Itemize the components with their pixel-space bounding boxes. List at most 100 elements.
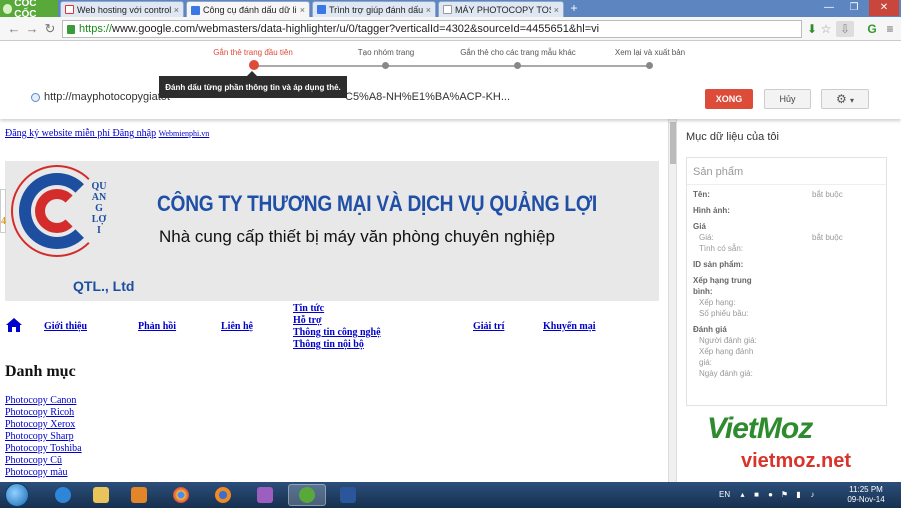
tab-close-icon[interactable]: × <box>426 5 431 15</box>
nav-giai-tri[interactable]: Giải trí <box>473 321 504 332</box>
google-icon <box>317 5 326 14</box>
vietmoz-watermark: VietMoz vietmoz.net <box>705 410 895 478</box>
nav-gioi-thieu[interactable]: Giới thiệu <box>44 321 87 332</box>
website-preview: Đăng ký website miễn phí Đăng nhập Webmi… <box>0 119 668 482</box>
register-link[interactable]: Đăng ký website miễn phí Đăng nhập Webmi… <box>5 128 209 139</box>
tab-close-icon[interactable]: × <box>300 5 305 15</box>
word-icon <box>340 487 356 503</box>
home-icon[interactable] <box>5 317 23 333</box>
nav-phan-hoi[interactable]: Phản hồi <box>138 321 176 332</box>
register-login-link[interactable]: Đăng ký website miễn phí Đăng nhập <box>5 128 156 139</box>
back-button[interactable]: ← <box>6 21 22 37</box>
field-required-badge: bắt buộc <box>812 233 843 242</box>
tab-strip: CỐC CỐC Web hosting với control pa × Côn… <box>0 0 901 20</box>
category-item[interactable]: Photocopy Canon <box>5 395 82 407</box>
tab-may-photocopy[interactable]: MÁY PHOTOCOPY TOSHIB × <box>438 1 564 17</box>
taskbar-chrome[interactable] <box>162 484 200 506</box>
tab-close-icon[interactable]: × <box>554 5 559 15</box>
reload-button[interactable]: ↻ <box>42 21 58 37</box>
downloads-icon[interactable]: ⇩ <box>836 21 854 37</box>
field-label: Ngày đánh giá: <box>699 369 753 378</box>
speaker-icon[interactable]: ♪ <box>808 490 817 499</box>
gear-icon: ⚙ <box>835 92 847 106</box>
preview-scrollbar[interactable] <box>668 119 676 482</box>
category-title: Danh mục <box>5 363 76 380</box>
field-label: bình: <box>693 287 713 296</box>
left-edge-widget[interactable]: 4 <box>0 189 6 233</box>
category-item[interactable]: Photocopy Sharp <box>5 431 82 443</box>
tab-title: Công cụ đánh dấu dữ liệu <box>203 5 297 15</box>
browser-toolbar: ← → ↻ https://www.google.com/webmasters/… <box>0 17 901 41</box>
category-item[interactable]: Photocopy Cũ <box>5 455 82 467</box>
forward-button[interactable]: → <box>24 21 40 37</box>
field-label: Xếp hạng: <box>699 298 736 307</box>
field-label: Hình ảnh: <box>693 206 730 215</box>
settings-button[interactable]: ⚙ ▾ <box>821 89 869 109</box>
logo-subtitle: QTL., Ltd <box>73 278 135 294</box>
minimize-button[interactable]: — <box>817 0 841 16</box>
clock-time: 11:25 PM <box>849 485 883 494</box>
taskbar-firefox[interactable] <box>204 484 242 506</box>
tab-title: Trình trợ giúp đánh dấu dữ <box>329 4 423 15</box>
coccoc-logo[interactable]: CỐC CỐC <box>0 0 58 20</box>
field-label: Xếp hạng trung <box>693 276 752 285</box>
clock[interactable]: 11:25 PM 09-Nov-14 <box>838 485 894 505</box>
taskbar-app[interactable] <box>246 484 284 506</box>
start-button[interactable] <box>5 483 29 507</box>
field-label: Tình có sẵn: <box>699 244 744 253</box>
tray-icon[interactable]: ● <box>766 490 775 499</box>
tab-title: Web hosting với control pa <box>77 4 171 15</box>
network-icon[interactable]: ▮ <box>794 490 803 499</box>
tab-data-highlighter[interactable]: Công cụ đánh dấu dữ liệu × <box>186 1 310 18</box>
tray-up-icon[interactable]: ▴ <box>738 490 747 499</box>
nav-thong-tin-noi-bo[interactable]: Thông tin nội bộ <box>293 339 381 351</box>
category-item[interactable]: Photocopy màu <box>5 467 82 479</box>
taskbar-explorer[interactable] <box>82 484 120 506</box>
tray-app-icon[interactable]: ■ <box>752 490 761 499</box>
panel-title: Mục dữ liệu của tôi <box>686 131 779 143</box>
taskbar-word[interactable] <box>329 484 367 506</box>
field-label: Tên: <box>693 190 710 199</box>
tab-highlighter-help[interactable]: Trình trợ giúp đánh dấu dữ × <box>312 1 436 17</box>
category-item[interactable]: Photocopy Ricoh <box>5 407 82 419</box>
taskbar-coccoc[interactable] <box>288 484 326 506</box>
folder-icon <box>93 487 109 503</box>
webmienphi-link[interactable]: Webmienphi.vn <box>159 129 210 138</box>
tab-web-hosting[interactable]: Web hosting với control pa × <box>60 1 184 17</box>
google-icon <box>191 5 200 15</box>
company-banner[interactable]: QUANG LỢI QTL., Ltd CÔNG TY THƯƠNG MẠI V… <box>5 161 659 301</box>
cancel-button[interactable]: Hủy <box>764 89 811 109</box>
menu-icon[interactable]: ≡ <box>882 21 898 37</box>
nav-khuyen-mai[interactable]: Khuyến mại <box>543 321 596 332</box>
nav-tin-tuc[interactable]: Tin tức <box>293 303 381 315</box>
tray-flag-icon[interactable]: ⚑ <box>780 490 789 499</box>
taskbar-ie[interactable] <box>44 484 82 506</box>
nav-ho-tro[interactable]: Hỗ trợ <box>293 315 381 327</box>
new-tab-button[interactable]: + <box>567 2 581 15</box>
done-button[interactable]: XONG <box>705 89 753 109</box>
screen: { "browser": { "logo_text": "CỐC CỐC", "… <box>0 0 901 508</box>
language-indicator[interactable]: EN <box>719 490 730 499</box>
app-icon <box>257 487 273 503</box>
gmail-icon <box>65 5 74 14</box>
maximize-button[interactable]: ❐ <box>842 0 866 16</box>
category-item[interactable]: Photocopy Xerox <box>5 419 82 431</box>
address-text: https://www.google.com/webmasters/data-h… <box>79 23 599 35</box>
document-icon <box>443 5 452 14</box>
nav-lien-he[interactable]: Liên hệ <box>221 321 253 332</box>
extension-g-icon[interactable]: G <box>864 21 880 37</box>
bookmark-star-icon[interactable]: ☆ <box>818 21 834 37</box>
step-label-3: Gắn thẻ cho các trang mẫu khác <box>460 48 576 57</box>
taskbar-media[interactable] <box>120 484 158 506</box>
clock-date: 09-Nov-14 <box>847 495 885 504</box>
tab-title: MÁY PHOTOCOPY TOSHIB <box>455 4 551 15</box>
field-label: ID sản phẩm: <box>693 260 744 269</box>
category-item[interactable]: Photocopy Toshiba <box>5 443 82 455</box>
page-url-start: http://mayphotocopygiatot <box>44 91 170 103</box>
tab-close-icon[interactable]: × <box>174 5 179 15</box>
field-label: Giá: <box>699 233 714 242</box>
address-bar[interactable]: https://www.google.com/webmasters/data-h… <box>62 20 802 38</box>
nav-thong-tin-cong-nghe[interactable]: Thông tin công nghệ <box>293 327 381 339</box>
close-window-button[interactable]: ✕ <box>869 0 899 16</box>
banner-title: CÔNG TY THƯƠNG MẠI VÀ DỊCH VỤ QUẢNG LỢI <box>157 191 597 216</box>
